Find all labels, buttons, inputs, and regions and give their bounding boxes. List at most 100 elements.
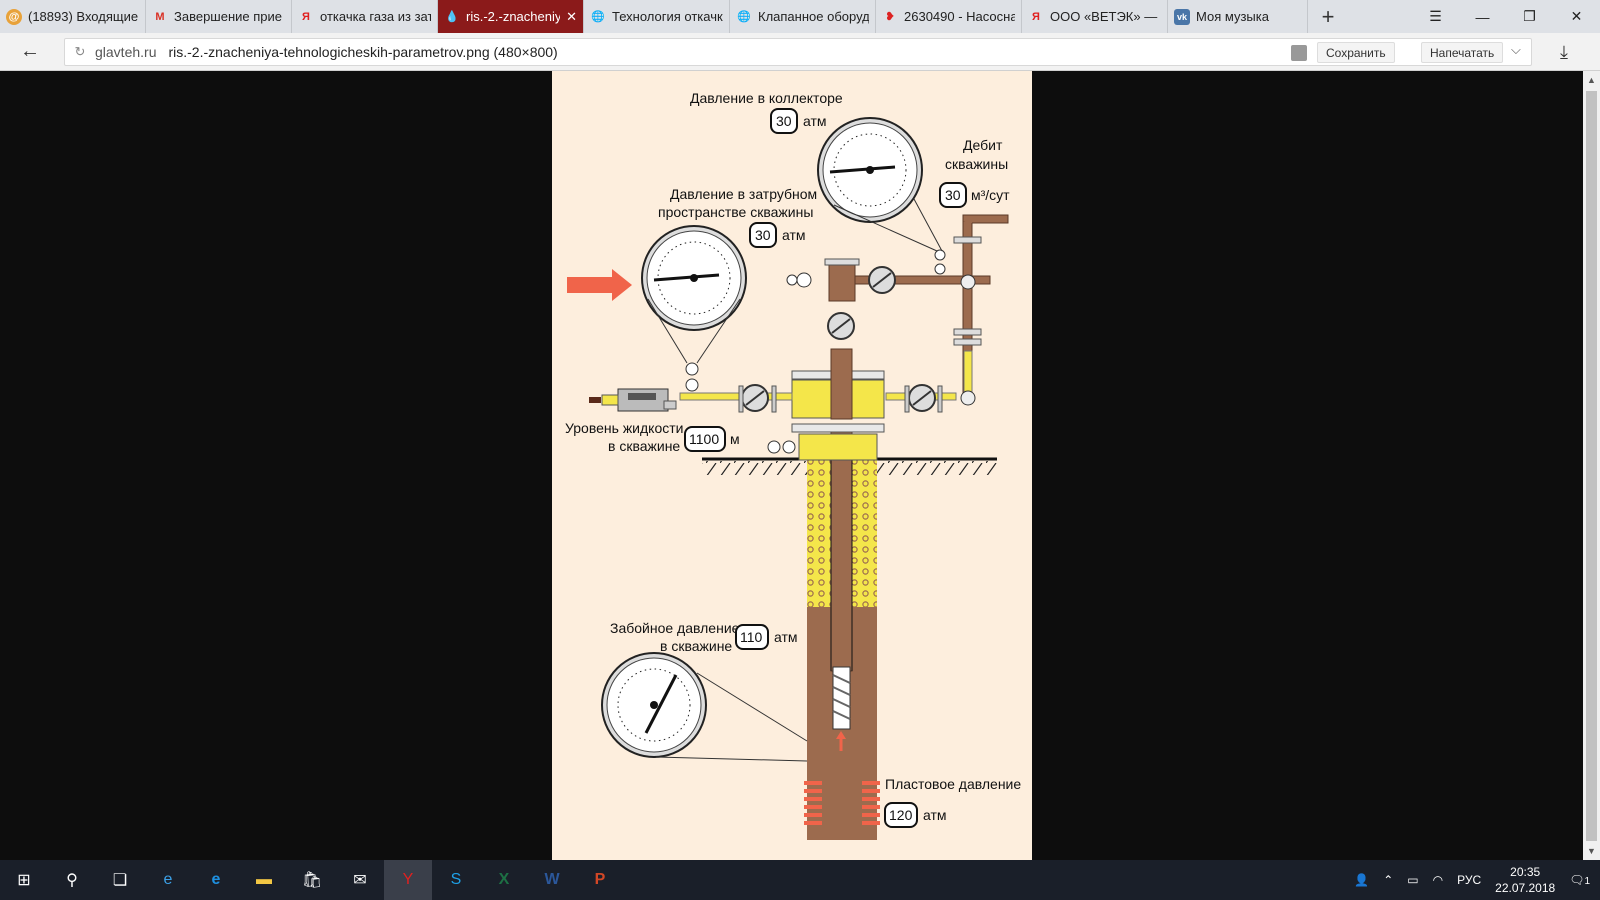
well-diagram: Давление в коллекторе 30 атм Дебит скваж… <box>565 90 1021 840</box>
reload-icon[interactable]: ↻ <box>65 44 95 60</box>
url-path: ris.-2.-znacheniya-tehnologicheskih-para… <box>168 44 558 60</box>
scroll-down-icon[interactable]: ▼ <box>1587 846 1596 856</box>
skype-icon[interactable]: S <box>432 860 480 900</box>
tab-image-active[interactable]: 💧 ris.-2.-znacheniya ✕ <box>438 0 584 33</box>
annulus-value: 30 <box>755 227 771 243</box>
clock[interactable]: 20:35 22.07.2018 <box>1495 864 1555 896</box>
level-label-line2: в скважине <box>608 438 680 454</box>
back-arrow-icon[interactable]: ← <box>0 40 60 63</box>
annulus-unit: атм <box>782 227 806 243</box>
yandex-icon: Я <box>1032 10 1040 23</box>
mail-at-icon: @ <box>6 8 22 25</box>
chevron-up-icon[interactable]: ⌃ <box>1383 873 1393 887</box>
vertical-scrollbar[interactable]: ▲ ▼ <box>1583 71 1600 860</box>
store-icon[interactable]: 🛍 <box>288 860 336 900</box>
level-value: 1100 <box>689 431 719 447</box>
new-tab-button[interactable]: + <box>1308 0 1348 33</box>
image-viewer: Давление в коллекторе 30 атм Дебит скваж… <box>0 71 1583 860</box>
yandex-browser-icon[interactable]: Y <box>384 860 432 900</box>
annulus-label-line1: Давление в затрубном <box>670 186 817 202</box>
flow-label-line2: скважины <box>945 156 1008 172</box>
word-icon[interactable]: W <box>528 860 576 900</box>
yandex-icon: Я <box>302 10 310 23</box>
bottomhole-unit: атм <box>774 629 798 645</box>
tab-vetek[interactable]: Я ООО «ВЕТЭК» — Я <box>1022 0 1168 33</box>
bottomhole-value: 110 <box>740 629 763 645</box>
tab-label: откачка газа из зат <box>320 9 431 24</box>
pointer-arrow <box>567 269 632 301</box>
url-field[interactable]: ↻ glavteh.ru ris.-2.-znacheniya-tehnolog… <box>64 38 1532 66</box>
scroll-thumb[interactable] <box>1586 91 1597 841</box>
tab-label: Моя музыка <box>1196 9 1269 24</box>
formation-pressure-label: Пластовое давление <box>885 776 1021 792</box>
wellbore <box>804 430 880 840</box>
drop-icon: 💧 <box>445 11 459 23</box>
flow-unit: м³/сут <box>971 187 1010 203</box>
battery-icon[interactable]: ▭ <box>1407 873 1418 887</box>
maximize-icon[interactable]: ❐ <box>1506 0 1553 33</box>
flow-value: 30 <box>945 187 961 203</box>
menu-icon[interactable]: ☰ <box>1412 0 1459 33</box>
notification-icon[interactable]: 🗨1 <box>1569 873 1590 887</box>
taskbar: ⊞ ⚲ ❏ e e ▬ 🛍 ✉ Y S X W P 👤 ⌃ ▭ ◠ РУС 20… <box>0 860 1600 900</box>
tab-label: Завершение прие <box>174 9 283 24</box>
tab-label: 2630490 - Насосна <box>904 9 1015 24</box>
ie-icon[interactable]: e <box>144 860 192 900</box>
clock-time: 20:35 <box>1510 865 1541 879</box>
tab-technology[interactable]: 🌐 Технология откачк <box>584 0 730 33</box>
mail-icon[interactable]: ✉ <box>336 860 384 900</box>
annulus-label-line2: пространстве скважины <box>658 204 813 220</box>
level-label-line1: Уровень жидкости <box>565 420 683 436</box>
people-icon[interactable]: 👤 <box>1354 873 1369 887</box>
save-button[interactable]: Сохранить <box>1317 42 1395 63</box>
globe-icon: 🌐 <box>591 11 605 23</box>
tab-label: ООО «ВЕТЭК» — Я <box>1050 9 1161 24</box>
close-window-icon[interactable]: ✕ <box>1553 0 1600 33</box>
globe-icon: 🌐 <box>737 11 751 23</box>
edge-icon[interactable]: e <box>192 860 240 900</box>
tab-music[interactable]: vk Моя музыка <box>1168 0 1308 33</box>
minimize-icon[interactable]: — <box>1459 0 1506 33</box>
window-controls: ☰ — ❐ ✕ <box>1412 0 1600 33</box>
powerpoint-icon[interactable]: P <box>576 860 624 900</box>
formation-unit: атм <box>923 807 947 823</box>
tab-strip: @ (18893) Входящие M Завершение прие Я о… <box>0 0 1600 33</box>
task-view-icon[interactable]: ❏ <box>96 860 144 900</box>
download-icon[interactable]: ⤓ <box>1560 42 1568 63</box>
windows-start-icon[interactable]: ⊞ <box>0 860 48 900</box>
tab-inbox[interactable]: @ (18893) Входящие <box>0 0 146 33</box>
gmail-icon: M <box>155 10 165 23</box>
language-indicator[interactable]: РУС <box>1457 873 1481 887</box>
collector-gauge <box>817 117 923 223</box>
excel-icon[interactable]: X <box>480 860 528 900</box>
tab-label: Клапанное оборуд <box>758 9 869 24</box>
address-bar: ← ↻ glavteh.ru ris.-2.-znacheniya-tehnol… <box>0 33 1600 71</box>
flow-label-line1: Дебит <box>963 137 1003 153</box>
formation-value: 120 <box>889 807 913 823</box>
clock-date: 22.07.2018 <box>1495 881 1556 895</box>
lock-icon <box>1291 45 1307 61</box>
vk-icon: vk <box>1174 8 1190 25</box>
tab-pump[interactable]: ❥ 2630490 - Насосна <box>876 0 1022 33</box>
wifi-icon[interactable]: ◠ <box>1433 873 1443 887</box>
tab-label: Технология откачк <box>612 9 723 24</box>
bottomhole-label-line2: в скважине <box>660 638 732 654</box>
search-icon[interactable]: ⚲ <box>48 860 96 900</box>
print-button[interactable]: Напечатать <box>1421 42 1504 63</box>
scroll-up-icon[interactable]: ▲ <box>1587 75 1596 85</box>
tab-valve[interactable]: 🌐 Клапанное оборуд <box>730 0 876 33</box>
tab-gmail[interactable]: M Завершение прие <box>146 0 292 33</box>
diagram-image: Давление в коллекторе 30 атм Дебит скваж… <box>552 71 1032 860</box>
tab-label: (18893) Входящие <box>28 9 139 24</box>
system-tray: 👤 ⌃ ▭ ◠ РУС 20:35 22.07.2018 🗨1 <box>1354 864 1600 896</box>
bottomhole-gauge <box>601 652 707 758</box>
explorer-icon[interactable]: ▬ <box>240 860 288 900</box>
collector-pressure-value: 30 <box>776 113 792 129</box>
tab-yandex-search[interactable]: Я откачка газа из зат <box>292 0 438 33</box>
chevron-down-icon[interactable]: ⌵ <box>1511 42 1521 58</box>
close-icon[interactable]: ✕ <box>566 9 577 25</box>
bird-icon: ❥ <box>885 11 895 23</box>
collector-pressure-unit: атм <box>803 113 827 129</box>
tab-label: ris.-2.-znacheniya <box>466 9 561 24</box>
bottomhole-label-line1: Забойное давление <box>610 620 740 636</box>
